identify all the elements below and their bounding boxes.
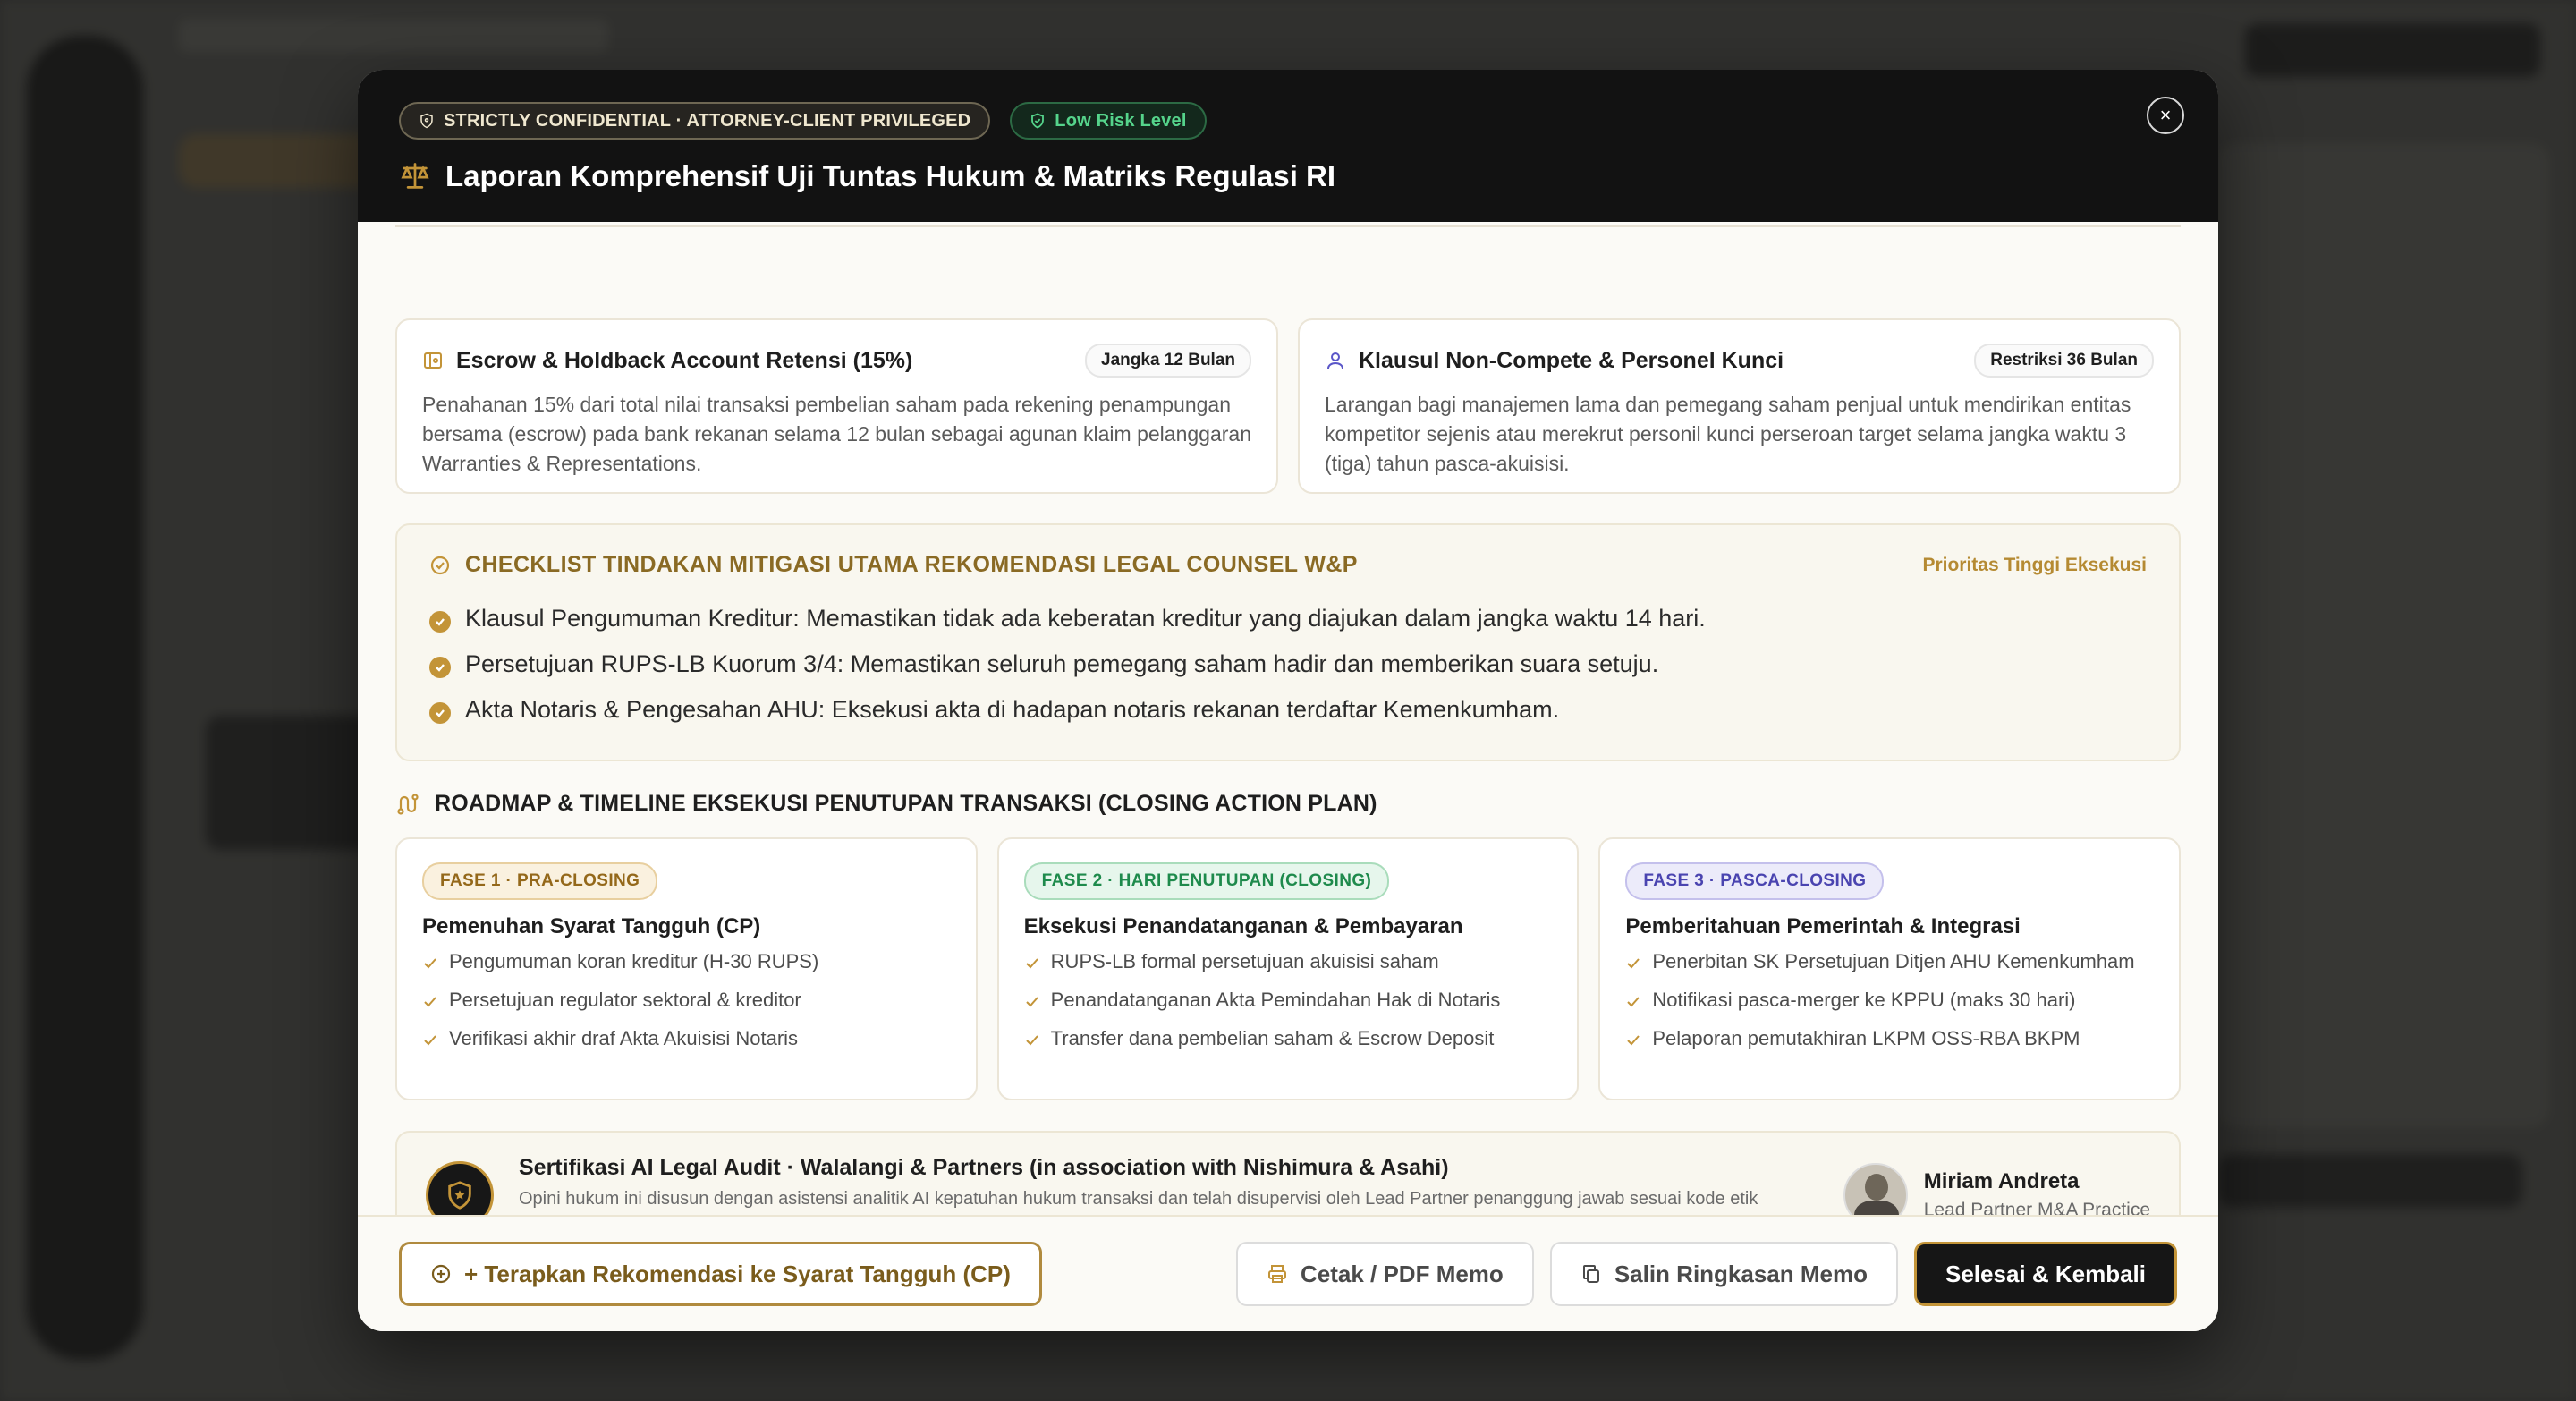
non-compete-card: Klausul Non-Compete & Personel Kunci Res… bbox=[1298, 318, 2181, 494]
checklist-item-text: Klausul Pengumuman Kreditur: Memastikan … bbox=[465, 605, 1706, 632]
mitigation-checklist: CHECKLIST TINDAKAN MITIGASI UTAMA REKOME… bbox=[395, 523, 2181, 761]
phase-item-text: Verifikasi akhir draf Akta Akuisisi Nota… bbox=[449, 1027, 799, 1049]
check-icon bbox=[1025, 997, 1038, 1007]
partner-name: Miriam Andreta bbox=[1923, 1169, 2080, 1193]
check-icon bbox=[1627, 997, 1640, 1007]
phase-item: Transfer dana pembelian saham & Escrow D… bbox=[1024, 1025, 1553, 1051]
apply-recommendation-button[interactable]: + Terapkan Rekomendasi ke Syarat Tangguh… bbox=[399, 1242, 1042, 1306]
apply-recommendation-label: + Terapkan Rekomendasi ke Syarat Tangguh… bbox=[464, 1260, 1011, 1287]
confidential-badge-label: STRICTLY CONFIDENTIAL · ATTORNEY-CLIENT … bbox=[444, 110, 971, 131]
phase-item: Penerbitan SK Persetujuan Ditjen AHU Kem… bbox=[1625, 948, 2154, 974]
check-icon bbox=[1627, 1035, 1640, 1046]
checklist-item-text: Akta Notaris & Pengesahan AHU: Eksekusi … bbox=[465, 696, 1560, 723]
check-circle-icon bbox=[430, 556, 450, 574]
check-icon bbox=[424, 997, 436, 1007]
copy-summary-label: Salin Ringkasan Memo bbox=[1614, 1260, 1868, 1287]
escrow-card: Escrow & Holdback Account Retensi (15%) … bbox=[395, 318, 1278, 494]
phase-item: Verifikasi akhir draf Akta Akuisisi Nota… bbox=[422, 1025, 951, 1051]
phase-item-text: Penerbitan SK Persetujuan Ditjen AHU Kem… bbox=[1652, 950, 2135, 972]
phase-item-text: Notifikasi pasca-merger ke KPPU (maks 30… bbox=[1652, 989, 2076, 1011]
check-icon bbox=[1627, 958, 1640, 969]
vault-icon bbox=[424, 352, 442, 369]
checklist-item-text: Persetujuan RUPS-LB Kuorum 3/4: Memastik… bbox=[465, 650, 1659, 677]
phase-item-text: RUPS-LB formal persetujuan akuisisi saha… bbox=[1050, 950, 1439, 972]
checklist-item: Akta Notaris & Pengesahan AHU: Eksekusi … bbox=[429, 687, 2147, 733]
scrolled-content-edge bbox=[395, 222, 2181, 227]
non-compete-duration-chip: Restriksi 36 Bulan bbox=[1974, 344, 2154, 378]
non-compete-card-title: Klausul Non-Compete & Personel Kunci bbox=[1359, 347, 1784, 373]
confidential-badge: STRICTLY CONFIDENTIAL · ATTORNEY-CLIENT … bbox=[399, 102, 991, 140]
phase-card-pre-closing: FASE 1 · PRA-CLOSING Pemenuhan Syarat Ta… bbox=[395, 837, 978, 1100]
plus-circle-icon bbox=[431, 1264, 451, 1284]
risk-level-label: Low Risk Level bbox=[1055, 110, 1187, 131]
phase-title: Pemberitahuan Pemerintah & Integrasi bbox=[1625, 914, 2021, 938]
phase-card-post-closing: FASE 3 · PASCA-CLOSING Pemberitahuan Pem… bbox=[1598, 837, 2182, 1100]
phase-item: Pelaporan pemutakhiran LKPM OSS-RBA BKPM bbox=[1625, 1025, 2154, 1051]
copy-summary-button[interactable]: Salin Ringkasan Memo bbox=[1549, 1242, 1898, 1306]
check-icon bbox=[429, 656, 451, 678]
phase-badge: FASE 1 · PRA-CLOSING bbox=[422, 862, 658, 900]
check-icon bbox=[424, 958, 436, 969]
modal-footer: + Terapkan Rekomendasi ke Syarat Tangguh… bbox=[358, 1215, 2218, 1331]
risk-level-badge: Low Risk Level bbox=[1010, 102, 1207, 140]
due-diligence-modal: STRICTLY CONFIDENTIAL · ATTORNEY-CLIENT … bbox=[358, 70, 2218, 1331]
phase-item: RUPS-LB formal persetujuan akuisisi saha… bbox=[1024, 948, 1553, 974]
certification-title: Sertifikasi AI Legal Audit · Walalangi &… bbox=[519, 1154, 1449, 1180]
print-pdf-button[interactable]: Cetak / PDF Memo bbox=[1235, 1242, 1534, 1306]
phase-card-closing: FASE 2 · HARI PENUTUPAN (CLOSING) Ekseku… bbox=[996, 837, 1580, 1100]
shield-icon bbox=[420, 113, 433, 129]
phase-item: Penandatanganan Akta Pemindahan Hak di N… bbox=[1024, 987, 1553, 1013]
phase-item: Notifikasi pasca-merger ke KPPU (maks 30… bbox=[1625, 987, 2154, 1013]
phase-badge: FASE 3 · PASCA-CLOSING bbox=[1625, 862, 1885, 900]
escrow-duration-chip: Jangka 12 Bulan bbox=[1085, 344, 1251, 378]
check-icon bbox=[429, 610, 451, 633]
checklist-item: Persetujuan RUPS-LB Kuorum 3/4: Memastik… bbox=[429, 641, 2147, 687]
route-icon bbox=[397, 793, 419, 815]
printer-icon bbox=[1267, 1265, 1286, 1283]
phase-item: Persetujuan regulator sektoral & kredito… bbox=[422, 987, 951, 1013]
shield-check-icon bbox=[1031, 113, 1045, 129]
close-icon: × bbox=[2159, 104, 2172, 126]
escrow-card-text: Penahanan 15% dari total nilai transaksi… bbox=[422, 393, 1251, 475]
phase-title: Eksekusi Penandatanganan & Pembayaran bbox=[1023, 914, 1463, 938]
phase-item-text: Penandatanganan Akta Pemindahan Hak di N… bbox=[1050, 989, 1501, 1011]
roadmap-title: ROADMAP & TIMELINE EKSEKUSI PENUTUPAN TR… bbox=[435, 791, 1377, 816]
checklist-item: Klausul Pengumuman Kreditur: Memastikan … bbox=[429, 596, 2147, 641]
phase-item-text: Pelaporan pemutakhiran LKPM OSS-RBA BKPM bbox=[1652, 1027, 2080, 1049]
modal-header: STRICTLY CONFIDENTIAL · ATTORNEY-CLIENT … bbox=[358, 70, 2218, 222]
non-compete-card-text: Larangan bagi manajemen lama dan pemegan… bbox=[1325, 393, 2131, 475]
check-icon bbox=[429, 701, 451, 724]
checklist-title: CHECKLIST TINDAKAN MITIGASI UTAMA REKOME… bbox=[465, 552, 1358, 577]
phase-item-text: Pengumuman koran kreditur (H-30 RUPS) bbox=[449, 950, 819, 972]
scale-icon bbox=[401, 163, 429, 189]
check-icon bbox=[1025, 958, 1038, 969]
check-icon bbox=[1025, 1035, 1038, 1046]
print-pdf-label: Cetak / PDF Memo bbox=[1300, 1260, 1504, 1287]
close-button[interactable]: × bbox=[2147, 97, 2184, 134]
priority-label: Prioritas Tinggi Eksekusi bbox=[1922, 554, 2147, 575]
done-label: Selesai & Kembali bbox=[1945, 1260, 2146, 1287]
done-button[interactable]: Selesai & Kembali bbox=[1914, 1242, 2177, 1306]
copy-icon bbox=[1582, 1265, 1599, 1283]
phase-badge: FASE 2 · HARI PENUTUPAN (CLOSING) bbox=[1023, 862, 1390, 900]
check-icon bbox=[424, 1035, 436, 1046]
phase-title: Pemenuhan Syarat Tangguh (CP) bbox=[422, 914, 761, 938]
phase-item-text: Transfer dana pembelian saham & Escrow D… bbox=[1050, 1027, 1495, 1049]
phase-item-text: Persetujuan regulator sektoral & kredito… bbox=[449, 989, 801, 1011]
user-icon bbox=[1327, 352, 1343, 369]
roadmap-heading: ROADMAP & TIMELINE EKSEKUSI PENUTUPAN TR… bbox=[395, 791, 1377, 817]
modal-title: Laporan Komprehensif Uji Tuntas Hukum & … bbox=[445, 159, 1336, 192]
phase-item: Pengumuman koran kreditur (H-30 RUPS) bbox=[422, 948, 951, 974]
escrow-card-title: Escrow & Holdback Account Retensi (15%) bbox=[456, 347, 913, 373]
